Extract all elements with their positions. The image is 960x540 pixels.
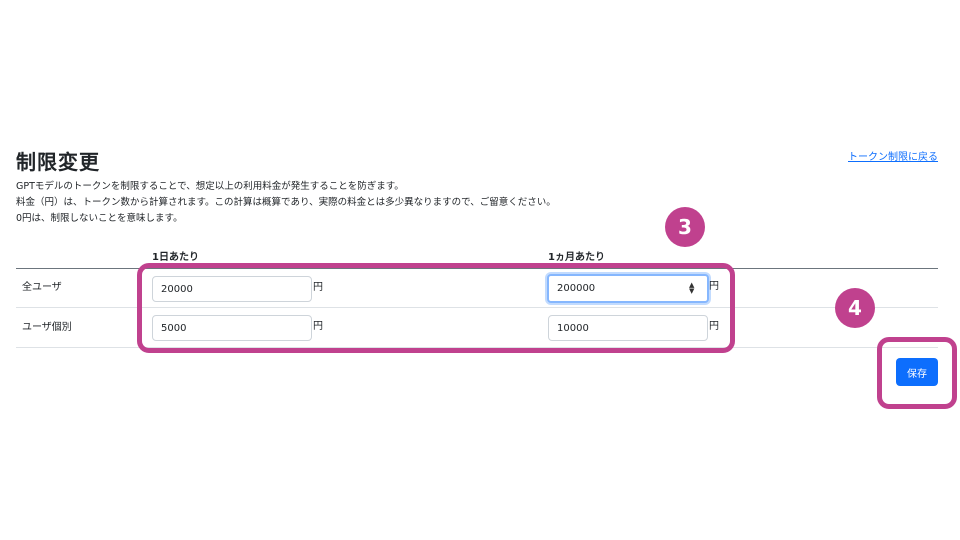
per-user-monthly-limit-input[interactable] [548, 315, 708, 341]
unit-label: 円 [709, 281, 719, 292]
step-badge-4: 4 [835, 288, 875, 328]
row-divider [16, 307, 938, 308]
column-header-daily: 1日あたり [152, 252, 199, 263]
save-button[interactable]: 保存 [896, 358, 938, 386]
unit-label: 円 [313, 282, 323, 293]
column-header-monthly: 1ヵ月あたり [548, 252, 605, 263]
table-header-divider [16, 268, 938, 269]
all-users-monthly-limit-input[interactable] [547, 274, 709, 303]
description-line: 0円は、制限しないことを意味します。 [16, 213, 183, 224]
description-line: 料金（円）は、トークン数から計算されます。この計算は概算であり、実際の料金とは多… [16, 197, 556, 208]
back-to-token-limits-link[interactable]: トークン制限に戻る [848, 148, 938, 163]
all-users-daily-limit-input[interactable] [152, 276, 312, 302]
row-divider [16, 347, 938, 348]
unit-label: 円 [313, 321, 323, 332]
unit-label: 円 [709, 321, 719, 332]
row-label-per-user: ユーザ個別 [22, 322, 72, 333]
row-label-all-users: 全ユーザ [22, 282, 62, 293]
page-title: 制限変更 [16, 150, 100, 174]
step-badge-3: 3 [665, 207, 705, 247]
description-line: GPTモデルのトークンを制限することで、想定以上の利用料金が発生することを防ぎま… [16, 181, 404, 192]
number-spinner-icon[interactable]: ▲ ▼ [689, 282, 694, 295]
per-user-daily-limit-input[interactable] [152, 315, 312, 341]
